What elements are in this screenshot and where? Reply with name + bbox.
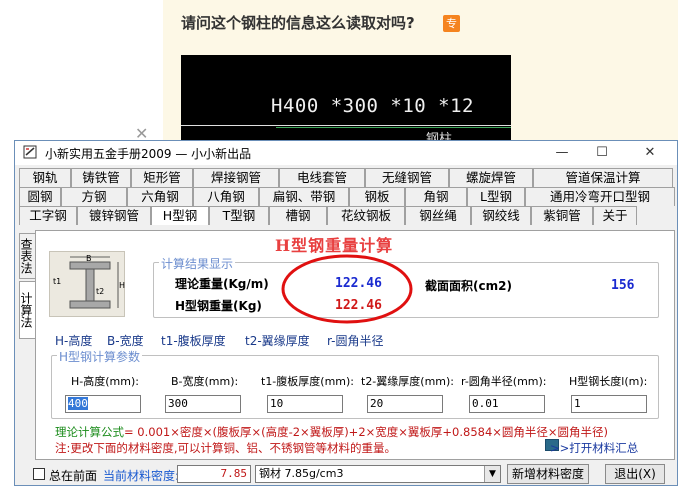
tab-strand[interactable]: 钢绞线 <box>471 206 531 225</box>
tab-l-steel[interactable]: L型钢 <box>467 187 525 206</box>
formula-label: 理论计算公式 <box>55 425 124 439</box>
minimize-button[interactable]: — <box>547 143 577 163</box>
tab-hex-steel[interactable]: 六角钢 <box>127 187 193 206</box>
tab-round-steel[interactable]: 圆钢 <box>19 187 61 206</box>
tab-seamless-pipe[interactable]: 无缝钢管 <box>365 168 449 187</box>
open-material-summary-link[interactable]: >>打开材料汇总 <box>550 440 638 456</box>
legend-r: r-圆角半径 <box>327 334 384 348</box>
formula-text: = 0.001×密度×(腹板厚×(高度-2×翼板厚)+2×宽度×翼板厚+0.85… <box>124 425 609 439</box>
diagram-label-t2: t2 <box>96 287 104 296</box>
section-area-value: 156 <box>611 278 635 293</box>
diagram-label-h: H <box>119 281 125 290</box>
stay-on-top-label: 总在前面 <box>49 469 98 483</box>
tab-copper-pipe[interactable]: 紫铜管 <box>531 206 593 225</box>
tab-angle-steel[interactable]: 角钢 <box>405 187 467 206</box>
note: 注:更改下面的材料密度,可以计算铜、铝、不锈钢管等材料的重量。 <box>55 441 397 455</box>
tab-lookup-method[interactable]: 查表法 <box>19 233 36 279</box>
length-input[interactable]: 1 <box>571 395 647 413</box>
diagram-label-t1: t1 <box>53 277 61 286</box>
tab-row-1: 钢轨 铸铁管 矩形管 焊接钢管 电线套管 无缝钢管 螺旋焊管 管道保温计算 <box>19 168 673 187</box>
param-label-h: H-高度(mm): <box>71 375 139 388</box>
badge: 专 <box>443 15 460 32</box>
tab-h-beam[interactable]: H型钢 <box>151 206 209 225</box>
cad-line-green <box>276 127 511 128</box>
app-window: 小新实用五金手册2009 — 小小新出品 — ☐ ✕ 钢轨 铸铁管 矩形管 焊接… <box>14 140 678 486</box>
hbeam-weight-label: H型钢重量(Kg) <box>175 299 262 313</box>
tab-cold-formed[interactable]: 通用冷弯开口型钢 <box>525 187 675 206</box>
tab-spiral-pipe[interactable]: 螺旋焊管 <box>449 168 533 187</box>
section-area-label: 截面面积(cm2) <box>425 279 512 293</box>
legend-t2: t2-翼缘厚度 <box>245 334 310 348</box>
maximize-button[interactable]: ☐ <box>587 143 617 163</box>
cad-line <box>181 125 511 126</box>
results-group-title: 计算结果显示 <box>159 255 236 272</box>
density-label: 当前材料密度: <box>103 469 180 483</box>
window-title: 小新实用五金手册2009 — 小小新出品 <box>45 147 252 161</box>
tab-welded-pipe[interactable]: 焊接钢管 <box>193 168 279 187</box>
tab-checker-plate[interactable]: 花纹钢板 <box>327 206 405 225</box>
red-circle-annotation <box>281 254 413 324</box>
tab-square-steel[interactable]: 方钢 <box>61 187 127 206</box>
new-material-button[interactable]: 新增材料密度 <box>507 464 589 484</box>
tab-galvanized-pipe[interactable]: 镀锌钢管 <box>77 206 151 225</box>
tab-wire-rope[interactable]: 钢丝绳 <box>405 206 471 225</box>
tab-conduit[interactable]: 电线套管 <box>279 168 365 187</box>
param-label-b: B-宽度(mm): <box>171 375 239 388</box>
tab-steel-plate[interactable]: 钢板 <box>349 187 405 206</box>
height-input[interactable]: 400 <box>65 395 141 413</box>
chevron-down-icon[interactable]: ▼ <box>484 466 500 482</box>
material-select-value: 钢材 7.85g/cm3 <box>259 467 344 480</box>
flange-thickness-input[interactable]: 20 <box>367 395 443 413</box>
legend-t1: t1-腹板厚度 <box>161 334 226 348</box>
question-title: 请问这个钢柱的信息这么读取对吗? <box>181 14 415 32</box>
stay-on-top-checkbox[interactable] <box>33 468 45 480</box>
tab-row-3: 工字钢 镀锌钢管 H型钢 T型钢 槽钢 花纹钢板 钢丝绳 钢绞线 紫铜管 关于 <box>19 206 637 225</box>
width-input[interactable]: 300 <box>165 395 241 413</box>
legend-b: B-宽度 <box>107 334 144 348</box>
radius-input[interactable]: 0.01 <box>469 395 545 413</box>
theory-weight-label: 理论重量(Kg/m) <box>175 277 269 291</box>
exit-button[interactable]: 退出(X) <box>605 464 665 484</box>
legend-h: H-高度 <box>55 334 93 348</box>
tab-oct-steel[interactable]: 八角钢 <box>193 187 259 206</box>
tab-flat-steel[interactable]: 扁钢、带钢 <box>259 187 349 206</box>
tab-rect-pipe[interactable]: 矩形管 <box>131 168 193 187</box>
param-label-length: H型钢长度l(m): <box>569 375 648 388</box>
cad-image: H400 *300 *10 *12 钢柱 <box>181 55 511 145</box>
formula: 理论计算公式= 0.001×密度×(腹板厚×(高度-2×翼板厚)+2×宽度×翼板… <box>55 424 608 440</box>
h-beam-diagram: B H t1 t2 <box>49 251 125 317</box>
tab-t-beam[interactable]: T型钢 <box>209 206 269 225</box>
param-label-t1: t1-腹板厚度(mm): <box>261 375 355 388</box>
tab-i-beam[interactable]: 工字钢 <box>19 206 77 225</box>
bottom-bar: 总在前面 当前材料密度: 7.85 钢材 7.85g/cm3 ▼ 新增材料密度 … <box>15 463 677 486</box>
tab-rail[interactable]: 钢轨 <box>19 168 71 187</box>
h-beam-icon: B H t1 t2 <box>53 254 125 309</box>
close-button[interactable]: ✕ <box>635 143 665 163</box>
diagram-label-b: B <box>86 254 92 263</box>
material-select[interactable]: 钢材 7.85g/cm3 ▼ <box>255 465 501 483</box>
tab-calc-method[interactable]: 计算法 <box>19 281 36 339</box>
web-thickness-input[interactable]: 10 <box>267 395 343 413</box>
tab-channel-steel[interactable]: 槽钢 <box>269 206 327 225</box>
title-bar: 小新实用五金手册2009 — 小小新出品 — ☐ ✕ <box>15 141 677 165</box>
tab-cast-iron-pipe[interactable]: 铸铁管 <box>71 168 131 187</box>
tab-row-2: 圆钢 方钢 六角钢 八角钢 扁钢、带钢 钢板 角钢 L型钢 通用冷弯开口型钢 <box>19 187 675 206</box>
density-value[interactable]: 7.85 <box>177 465 251 483</box>
tab-about[interactable]: 关于 <box>593 206 637 225</box>
app-icon <box>23 145 37 159</box>
param-label-t2: t2-翼缘厚度(mm): <box>361 375 455 388</box>
height-input-value: 400 <box>68 397 88 410</box>
cad-label: H400 *300 *10 *12 <box>271 95 474 117</box>
param-label-r: r-圆角半径(mm): <box>461 375 547 388</box>
tab-pipe-insulation[interactable]: 管道保温计算 <box>533 168 673 187</box>
params-group <box>51 355 659 419</box>
params-group-title: H型钢计算参数 <box>57 348 143 365</box>
